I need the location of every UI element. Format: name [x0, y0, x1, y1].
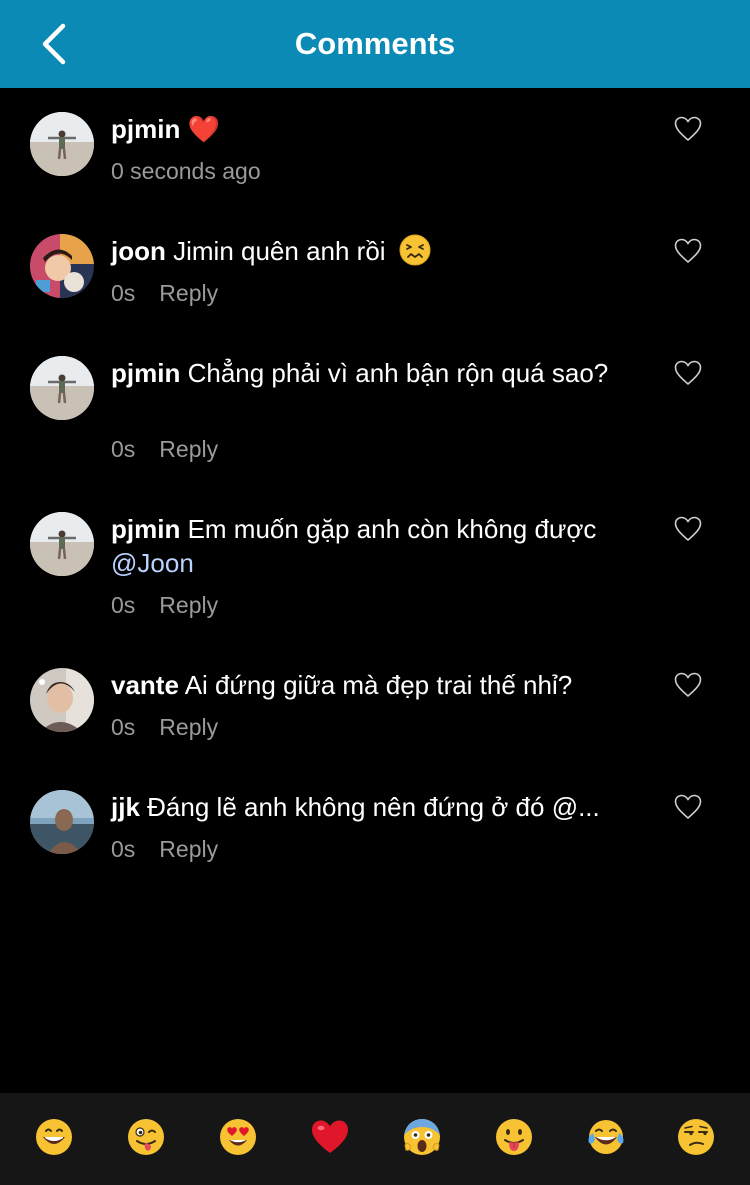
- comment-timestamp: 0s: [111, 836, 136, 862]
- comment-meta: 0s Reply: [111, 712, 218, 742]
- emoji-button-heart-eyes[interactable]: [218, 1117, 258, 1157]
- heart-outline-icon: [674, 794, 702, 819]
- like-button[interactable]: [674, 360, 702, 386]
- comment-username[interactable]: jjk: [111, 792, 140, 822]
- comment-content: Đáng lẽ anh không nên đứng ở đó @...: [147, 792, 600, 822]
- comment-text: pjmin Em muốn gặp anh còn không được @Jo…: [111, 512, 646, 580]
- like-button[interactable]: [674, 672, 702, 698]
- avatar[interactable]: [30, 112, 94, 176]
- comment-meta: 0s Reply: [111, 834, 218, 864]
- heart-emoji: ❤️: [187, 115, 220, 145]
- emoji-button-grinning[interactable]: [34, 1117, 74, 1157]
- emoji-button-tears-of-joy[interactable]: [586, 1117, 626, 1157]
- heart-eyes-face-icon: [220, 1119, 256, 1155]
- emoji-button-tongue[interactable]: [494, 1117, 534, 1157]
- comment-username[interactable]: vante: [111, 670, 179, 700]
- comment-timestamp: 0 seconds ago: [111, 158, 261, 184]
- unamused-face-icon: [678, 1119, 714, 1155]
- emoji-button-unamused[interactable]: [676, 1117, 716, 1157]
- emoji-bar: [0, 1093, 750, 1185]
- comment-text: joon Jimin quên anh rồi: [111, 234, 646, 268]
- comment-timestamp: 0s: [111, 436, 136, 462]
- like-button[interactable]: [674, 516, 702, 542]
- comment-timestamp: 0s: [111, 714, 136, 740]
- comment-meta: 0s Reply: [111, 278, 218, 308]
- comment-timestamp: 0s: [111, 592, 136, 618]
- reply-button[interactable]: Reply: [159, 714, 218, 740]
- comment-timestamp: 0s: [111, 280, 136, 306]
- confounded-face-emoji: [399, 234, 431, 266]
- heart-outline-icon: [674, 238, 702, 263]
- avatar[interactable]: [30, 512, 94, 576]
- comment-text: vante Ai đứng giữa mà đẹp trai thế nhỉ?: [111, 668, 646, 702]
- heart-outline-icon: [674, 360, 702, 385]
- comment-text: pjmin ❤️: [111, 112, 646, 147]
- page-title: Comments: [294, 26, 456, 61]
- comment-content: Chẳng phải vì anh bận rộn quá sao?: [187, 358, 609, 388]
- comment-content: Ai đứng giữa mà đẹp trai thế nhỉ?: [184, 670, 573, 700]
- reply-button[interactable]: Reply: [159, 592, 218, 618]
- like-button[interactable]: [674, 116, 702, 142]
- comment-meta: 0s Reply: [111, 434, 218, 464]
- comment-content: Em muốn gặp anh còn không được: [187, 514, 597, 544]
- avatar[interactable]: [30, 668, 94, 732]
- reply-button[interactable]: Reply: [159, 436, 218, 462]
- avatar[interactable]: [30, 234, 94, 298]
- comment-username[interactable]: pjmin: [111, 514, 180, 544]
- screaming-face-icon: [404, 1119, 440, 1155]
- reply-button[interactable]: Reply: [159, 280, 218, 306]
- comment-username[interactable]: pjmin: [111, 358, 180, 388]
- tears-of-joy-face-icon: [588, 1120, 624, 1154]
- grinning-face-icon: [36, 1119, 72, 1155]
- comment-username[interactable]: joon: [111, 236, 166, 266]
- like-button[interactable]: [674, 794, 702, 820]
- comment-content: Jimin quên anh rồi: [173, 236, 386, 266]
- comment-meta: 0 seconds ago: [111, 156, 261, 186]
- emoji-button-screaming[interactable]: [402, 1117, 442, 1157]
- winking-tongue-face-icon: [128, 1119, 164, 1155]
- red-heart-icon: [312, 1120, 348, 1153]
- comment-meta: 0s Reply: [111, 590, 218, 620]
- emoji-button-winking-tongue[interactable]: [126, 1117, 166, 1157]
- comment-text: jjk Đáng lẽ anh không nên đứng ở đó @...: [111, 790, 646, 824]
- comment-text: pjmin Chẳng phải vì anh bận rộn quá sao?: [111, 356, 646, 390]
- tongue-face-icon: [496, 1119, 532, 1155]
- heart-outline-icon: [674, 116, 702, 141]
- like-button[interactable]: [674, 238, 702, 264]
- emoji-button-red-heart[interactable]: [310, 1117, 350, 1157]
- header-bar: Comments: [0, 0, 750, 88]
- heart-outline-icon: [674, 516, 702, 541]
- mention-link[interactable]: @Joon: [111, 548, 194, 578]
- heart-outline-icon: [674, 672, 702, 697]
- avatar[interactable]: [30, 790, 94, 854]
- comment-username[interactable]: pjmin: [111, 114, 180, 144]
- avatar[interactable]: [30, 356, 94, 420]
- reply-button[interactable]: Reply: [159, 836, 218, 862]
